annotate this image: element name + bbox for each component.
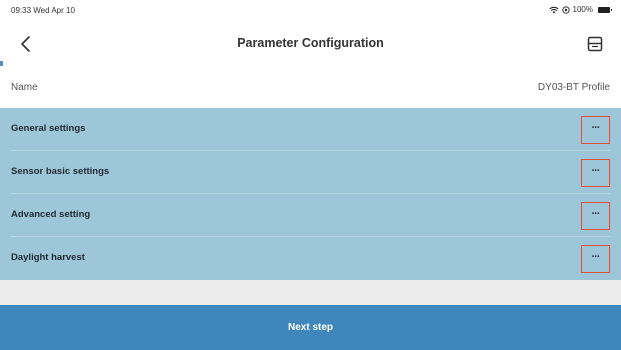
setting-label: Daylight harvest xyxy=(11,252,85,263)
status-bar: 09:33 Wed Apr 10 100% xyxy=(0,0,621,20)
save-button[interactable] xyxy=(583,32,607,56)
next-step-label: Next step xyxy=(287,322,333,333)
more-icon: ··· xyxy=(591,250,601,263)
nav-bar: Parameter Configuration xyxy=(0,20,621,66)
battery-percent: 100% xyxy=(572,5,593,14)
more-button[interactable]: ··· xyxy=(581,202,610,230)
setting-label: General settings xyxy=(11,123,86,134)
name-value: DY03-BT Profile xyxy=(537,82,610,93)
setting-item-sensor-basic[interactable]: Sensor basic settings ··· xyxy=(0,151,621,194)
more-button[interactable]: ··· xyxy=(581,159,610,187)
more-icon: ··· xyxy=(591,121,601,134)
setting-item-daylight-harvest[interactable]: Daylight harvest ··· xyxy=(0,237,621,280)
next-step-button[interactable]: Next step xyxy=(0,305,621,350)
settings-list: General settings ··· Sensor basic settin… xyxy=(0,108,621,280)
setting-label: Sensor basic settings xyxy=(11,166,110,177)
wifi-icon xyxy=(548,6,559,13)
name-label: Name xyxy=(11,82,38,93)
more-button[interactable]: ··· xyxy=(581,116,610,144)
setting-item-general[interactable]: General settings ··· xyxy=(0,108,621,151)
setting-item-advanced[interactable]: Advanced setting ··· xyxy=(0,194,621,237)
more-button[interactable]: ··· xyxy=(581,245,610,273)
name-row[interactable]: Name DY03-BT Profile xyxy=(0,66,621,108)
status-time-date: 09:33 Wed Apr 10 xyxy=(11,6,75,15)
status-icons: 100% xyxy=(548,5,612,14)
battery-icon xyxy=(598,6,612,13)
more-icon: ··· xyxy=(591,164,601,177)
spacer xyxy=(0,280,621,305)
page-title: Parameter Configuration xyxy=(237,36,384,50)
location-icon xyxy=(561,5,570,14)
save-icon xyxy=(587,36,603,52)
setting-label: Advanced setting xyxy=(11,209,91,220)
more-icon: ··· xyxy=(591,207,601,220)
